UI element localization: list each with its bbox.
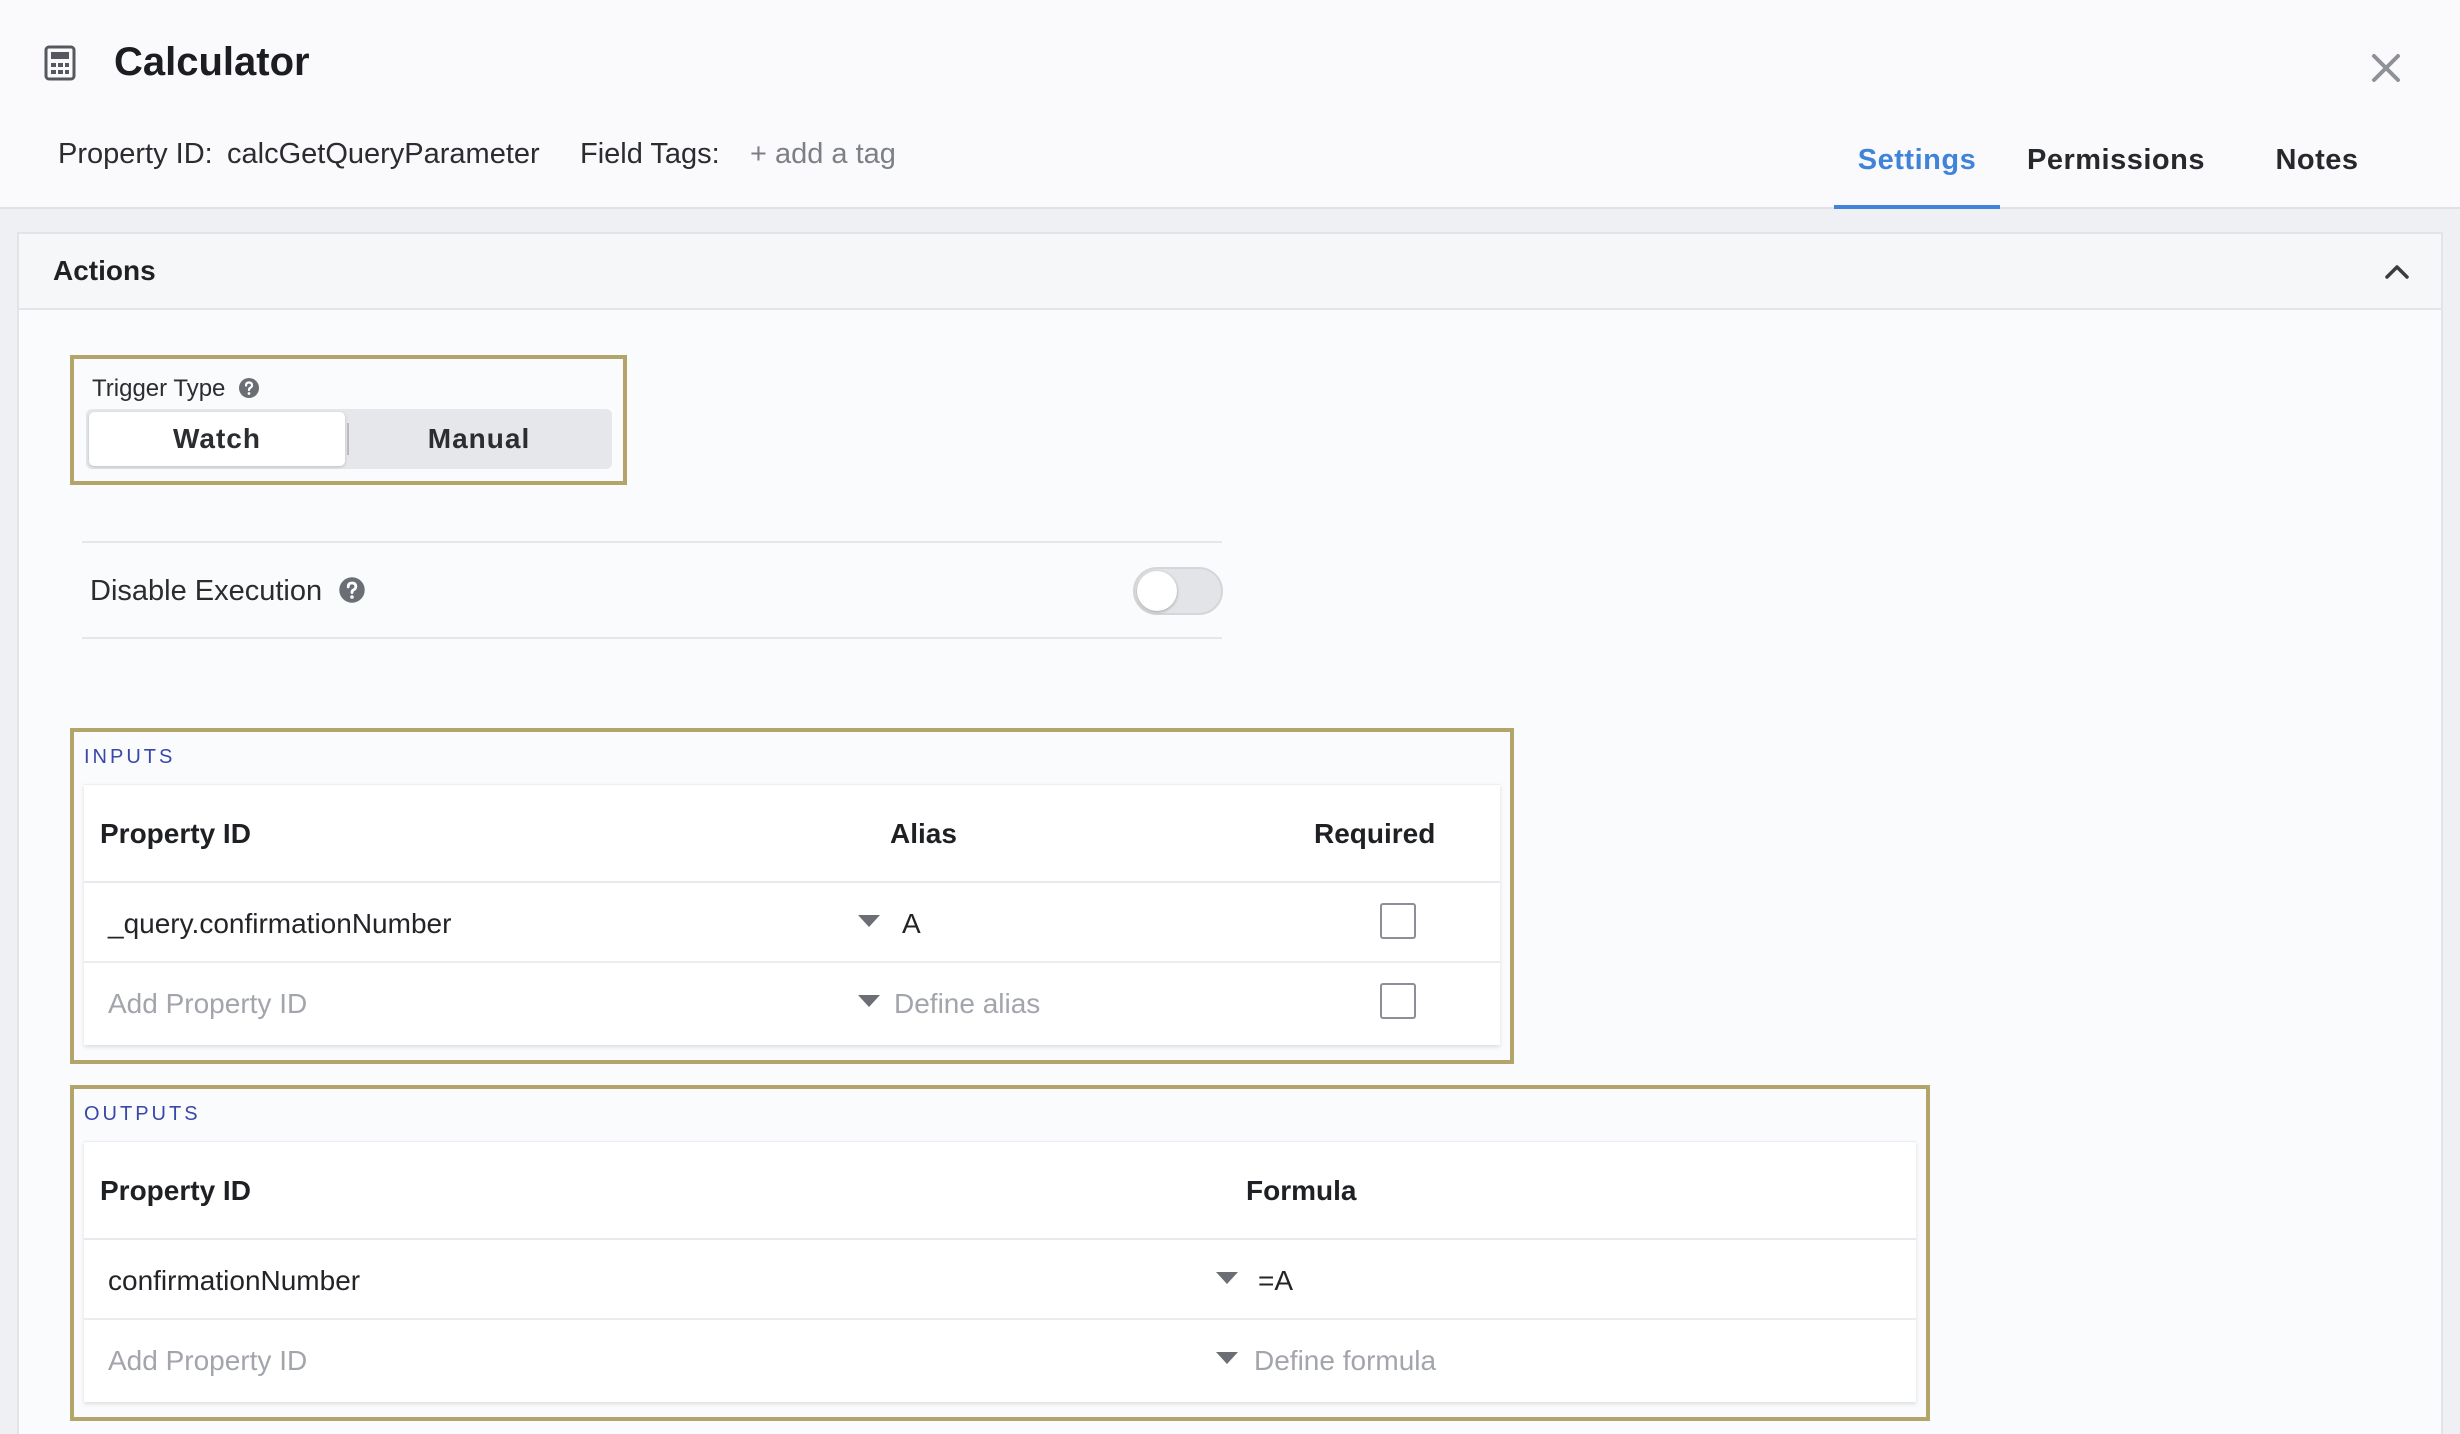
column-header-alias: Alias [890,818,957,849]
define-formula-field[interactable]: Define formula [1254,1342,1436,1380]
trigger-type-label: Trigger Type [92,373,260,405]
property-id-value: calcGetQueryParameter [227,138,540,170]
actions-panel: Actions Trigger Type Watch Manual Disabl… [17,232,2443,1434]
caret-down-icon[interactable] [856,993,882,1009]
caret-down-icon[interactable] [1214,1270,1240,1286]
column-header-property-id: Property ID [100,818,251,849]
add-tag-link[interactable]: + add a tag [750,134,896,174]
define-alias-field[interactable]: Define alias [894,985,1040,1023]
input-property-select[interactable]: _query.confirmationNumber [108,905,451,943]
inputs-section-label: INPUTS [84,746,176,768]
table-row: _query.confirmationNumber A [84,883,1500,963]
outputs-section-label: OUTPUTS [84,1103,201,1125]
disable-execution-label-text: Disable Execution [90,575,323,607]
caret-down-icon[interactable] [856,913,882,929]
field-tags-label: Field Tags: [580,138,720,170]
tab-permissions[interactable]: Permissions [2016,120,2216,205]
inputs-table-header: Property ID Alias Required [84,785,1500,883]
toggle-knob [1137,571,1177,611]
column-header-required: Required [1314,818,1436,849]
disable-execution-label: Disable Execution [90,571,366,611]
actions-panel-title: Actions [53,255,156,286]
dialog-header: Calculator Property ID: calcGetQueryPara… [0,0,2460,209]
close-icon[interactable] [2366,48,2406,88]
trigger-manual-button[interactable]: Manual [348,412,610,466]
calculator-settings-dialog: Calculator Property ID: calcGetQueryPara… [0,0,2460,1434]
calculator-icon [44,45,76,81]
inputs-table: Property ID Alias Required _query.confir… [84,784,1500,1045]
tab-notes[interactable]: Notes [2250,120,2384,205]
outputs-table: Property ID Formula confirmationNumber =… [84,1141,1916,1402]
disable-execution-toggle[interactable] [1133,567,1223,615]
trigger-type-group: Trigger Type Watch Manual [70,355,627,485]
input-alias-field[interactable]: A [902,905,921,943]
actions-panel-header[interactable]: Actions [19,234,2441,310]
outputs-section: OUTPUTS Property ID Formula confirmation… [70,1085,1930,1421]
table-row: confirmationNumber =A [84,1240,1916,1320]
help-circle-icon[interactable] [238,377,260,399]
output-property-select[interactable]: confirmationNumber [108,1262,360,1300]
caret-down-icon[interactable] [1214,1350,1240,1366]
trigger-type-label-text: Trigger Type [92,375,226,402]
property-id-label: Property ID: [58,138,213,170]
trigger-watch-button[interactable]: Watch [89,412,345,466]
tab-settings[interactable]: Settings [1834,120,2000,209]
column-header-formula: Formula [1246,1175,1357,1206]
add-property-id-select[interactable]: Add Property ID [108,1342,307,1380]
table-row: Add Property ID Define formula [84,1320,1916,1400]
disable-execution-row: Disable Execution [82,541,1223,639]
trigger-type-segmented-control: Watch Manual [86,409,612,469]
required-checkbox[interactable] [1380,983,1416,1019]
chevron-up-icon[interactable] [2381,256,2413,288]
outputs-table-header: Property ID Formula [84,1142,1916,1240]
help-circle-icon[interactable] [338,576,366,604]
output-formula-field[interactable]: =A [1258,1262,1293,1300]
column-header-property-id: Property ID [100,1175,251,1206]
table-row: Add Property ID Define alias [84,963,1500,1043]
dialog-title: Calculator [114,40,310,84]
inputs-section: INPUTS Property ID Alias Required _query… [70,728,1514,1064]
required-checkbox[interactable] [1380,903,1416,939]
add-property-id-select[interactable]: Add Property ID [108,985,307,1023]
